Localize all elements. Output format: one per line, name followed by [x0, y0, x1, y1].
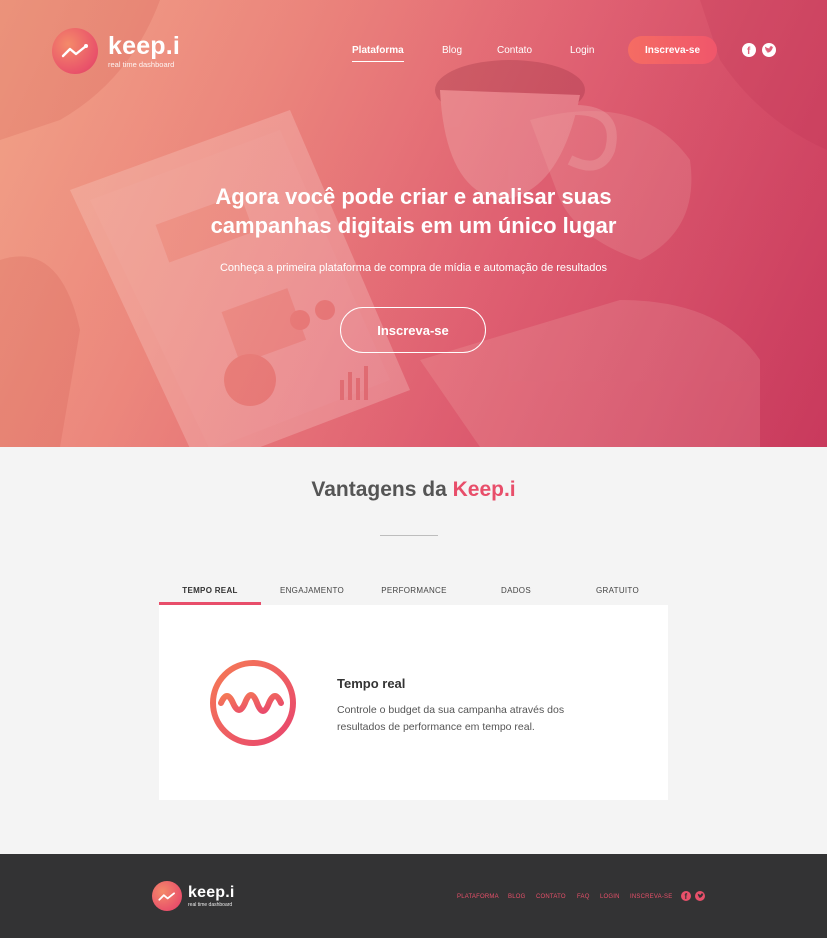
- nav-contato[interactable]: Contato: [497, 45, 532, 56]
- trend-logo-icon: [152, 881, 182, 911]
- footer-link-inscreva-se[interactable]: INSCREVA-SE: [630, 894, 672, 900]
- advantages-title-brand: Keep.i: [452, 478, 516, 501]
- tab-dados[interactable]: DADOS: [465, 575, 567, 605]
- panel-description: Controle o budget da sua campanha atravé…: [337, 704, 565, 733]
- nav-blog[interactable]: Blog: [442, 45, 462, 56]
- twitter-icon[interactable]: [695, 891, 705, 901]
- realtime-wave-icon: [209, 659, 297, 752]
- hero-headline-line1: Agora você pode criar e analisar suas: [215, 184, 612, 209]
- footer-brand-tagline: real time dashboard: [188, 902, 233, 908]
- footer-link-contato[interactable]: CONTATO: [536, 894, 566, 900]
- footer-link-faq[interactable]: FAQ: [577, 894, 590, 900]
- footer: keep.i real time dashboard PLATAFORMA BL…: [0, 854, 827, 938]
- footer-link-plataforma[interactable]: PLATAFORMA: [457, 894, 499, 900]
- hero-headline-line2: campanhas digitais em um único lugar: [210, 213, 617, 238]
- main-nav: Plataforma Blog Contato Login Inscreva-s…: [0, 36, 827, 66]
- hero-section: keep.i real time dashboard Plataforma Bl…: [0, 0, 827, 447]
- section-divider: [380, 535, 438, 536]
- hero-signup-button[interactable]: Inscreva-se: [340, 307, 486, 353]
- nav-plataforma[interactable]: Plataforma: [352, 45, 404, 56]
- hero-headline: Agora você pode criar e analisar suas ca…: [0, 182, 827, 240]
- footer-link-login[interactable]: LOGIN: [600, 894, 620, 900]
- tab-tempo-real[interactable]: TEMPO REAL: [159, 575, 261, 605]
- footer-brand-name: keep.i: [188, 884, 235, 901]
- tab-engajamento[interactable]: ENGAJAMENTO: [261, 575, 363, 605]
- svg-text:f: f: [685, 892, 688, 900]
- footer-logo[interactable]: keep.i real time dashboard: [152, 881, 235, 911]
- advantages-title: Vantagens da Keep.i: [0, 478, 827, 502]
- facebook-icon[interactable]: f: [742, 43, 756, 57]
- nav-active-underline: [352, 61, 404, 62]
- facebook-icon[interactable]: f: [681, 891, 691, 901]
- tab-gratuito[interactable]: GRATUITO: [567, 575, 668, 605]
- tab-performance[interactable]: PERFORMANCE: [363, 575, 465, 605]
- advantages-title-prefix: Vantagens da: [311, 478, 447, 501]
- nav-signup-button[interactable]: Inscreva-se: [628, 36, 717, 64]
- tab-panel: Tempo real Controle o budget da sua camp…: [159, 605, 668, 800]
- svg-text:f: f: [747, 46, 751, 55]
- nav-login[interactable]: Login: [570, 45, 594, 56]
- twitter-icon[interactable]: [762, 43, 776, 57]
- footer-link-blog[interactable]: BLOG: [508, 894, 525, 900]
- advantages-tabs: TEMPO REAL ENGAJAMENTO PERFORMANCE DADOS…: [159, 575, 668, 605]
- panel-title: Tempo real: [337, 676, 406, 691]
- hero-subtitle: Conheça a primeira plataforma de compra …: [219, 262, 608, 274]
